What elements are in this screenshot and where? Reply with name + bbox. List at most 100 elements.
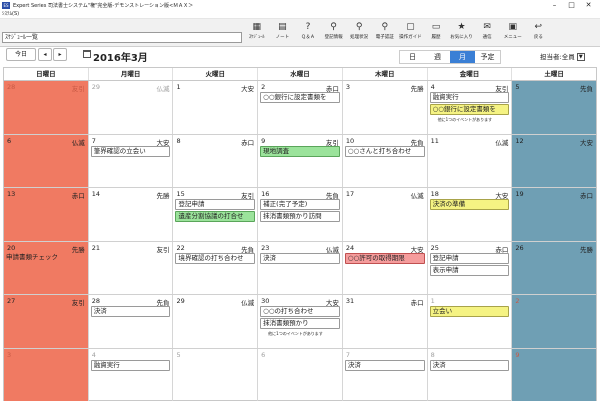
prev-month-button[interactable]: ◂ <box>38 48 52 61</box>
toolbar-button-3[interactable]: ⚲ 登記情報 <box>321 21 347 45</box>
day-cell[interactable]: 9 <box>512 348 597 401</box>
assignee-filter[interactable]: 担当者:全員 ▼ <box>540 51 585 61</box>
calendar-event[interactable]: 遺産分割協議の打合せ <box>175 211 256 222</box>
day-cell[interactable]: 2 <box>512 295 597 348</box>
calendar-event[interactable]: 境界確認の打ち合わせ <box>175 252 256 264</box>
day-cell[interactable]: 8 赤口 <box>173 134 259 187</box>
day-number: 9 <box>261 136 266 145</box>
day-cell[interactable]: 1 立会い <box>428 295 513 348</box>
view-tab[interactable]: 日 <box>400 51 425 63</box>
calendar-event[interactable]: 登記申請 <box>175 199 256 210</box>
toolbar-button-9[interactable]: ✉ 通信 <box>474 21 500 45</box>
day-cell[interactable]: 17 仏滅 <box>343 188 428 241</box>
day-cell[interactable]: 18 大安 決済の準備 <box>428 188 513 241</box>
day-cell[interactable]: 14 先勝 <box>89 188 174 241</box>
day-cell[interactable]: 16 先負 補正(完了予定) 抹消書類預かり訪問 <box>258 188 343 241</box>
minimize-icon[interactable]: – <box>546 0 563 10</box>
toolbar-button-2[interactable]: ? Ｑ＆Ａ <box>295 21 321 45</box>
day-cell[interactable]: 6 仏滅 <box>4 134 89 187</box>
toolbar-button-6[interactable]: ▢ 操作ガイド <box>398 21 424 45</box>
day-cell[interactable]: 24 大安 ○○許可の取得期限 <box>343 241 428 294</box>
more-events-link[interactable]: 他に1つのイベントがあります <box>260 330 340 337</box>
rokuyo-label: 仏滅 <box>495 138 509 147</box>
day-cell[interactable]: 5 <box>173 348 259 401</box>
calendar-event[interactable]: ○○許可の取得期限 <box>344 252 425 264</box>
calendar-event[interactable]: ○○銀行に設定書類を <box>260 92 340 103</box>
today-button[interactable]: 今日 <box>6 48 36 61</box>
day-cell[interactable]: 29 仏滅 <box>89 81 174 134</box>
toolbar-button-4[interactable]: ⚲ 処理状況 <box>346 21 372 45</box>
calendar-event[interactable]: 補正(完了予定) <box>260 199 340 210</box>
day-cell[interactable]: 3 <box>4 348 89 401</box>
calendar-event[interactable]: ○○の打ち合わせ <box>260 306 340 317</box>
day-number: 1 <box>430 297 435 305</box>
toolbar-button-10[interactable]: ▣ メニュー <box>500 21 526 45</box>
more-events-link[interactable]: 他に1つのイベントがあります <box>430 116 510 123</box>
calendar-event[interactable]: 抹消書類預かり <box>260 318 340 329</box>
calendar-event[interactable]: 融資実行 <box>90 359 171 371</box>
event-list: 融資実行 <box>90 359 171 372</box>
day-cell[interactable]: 7 決済 <box>343 348 428 401</box>
toolbar-button-7[interactable]: ▭ 履歴 <box>423 21 449 45</box>
day-cell[interactable]: 8 決済 <box>428 348 513 401</box>
day-cell[interactable]: 21 友引 <box>89 241 174 294</box>
calendar-event[interactable]: 抹消書類預かり訪問 <box>260 211 340 222</box>
toolbar-button-0[interactable]: ▦ ｽｹｼﾞｭｰﾙ <box>244 21 270 45</box>
day-cell[interactable]: 29 仏滅 <box>173 295 259 348</box>
calendar-event[interactable]: 申請書類チェック <box>6 253 86 264</box>
toolbar-button-5[interactable]: ⚲ 電子認証 <box>372 21 398 45</box>
calendar-event[interactable]: 決済 <box>429 359 510 371</box>
day-cell[interactable]: 2 赤口 ○○銀行に設定書類を <box>258 81 343 134</box>
calendar-event[interactable]: ○○さんと打ち合わせ <box>344 145 425 157</box>
day-cell[interactable]: 27 友引 <box>4 295 89 348</box>
day-cell[interactable]: 4 友引 融資実行 ○○銀行に設定書類を 他に1つのイベントがあります <box>428 81 513 134</box>
calendar-event[interactable]: 決済 <box>260 252 340 264</box>
next-month-button[interactable]: ▸ <box>53 48 67 61</box>
calendar-event[interactable]: 表示申請 <box>429 264 510 276</box>
day-cell[interactable]: 15 友引 登記申請 遺産分割協議の打合せ <box>173 188 259 241</box>
rokuyo-label: 仏滅 <box>410 192 424 200</box>
toolbar-button-11[interactable]: ↩ 戻る <box>526 21 552 45</box>
day-cell[interactable]: 7 大安 筆界確認の立会い <box>89 134 174 187</box>
view-tab[interactable]: 月 <box>450 51 475 63</box>
calendar-event[interactable]: 現地調査 <box>260 145 340 157</box>
close-icon[interactable]: ✕ <box>580 0 597 10</box>
calendar-event[interactable]: 筆界確認の立会い <box>90 145 171 157</box>
day-cell[interactable]: 30 大安 ○○の打ち合わせ 抹消書類預かり 他に1つのイベントがあります <box>258 295 343 348</box>
toolbar-button-1[interactable]: ▤ ノート <box>270 21 296 45</box>
view-tab[interactable]: 予定 <box>475 51 500 63</box>
calendar-event[interactable]: ○○銀行に設定書類を <box>429 104 510 115</box>
calendar-event[interactable]: 決済 <box>90 306 171 317</box>
calendar-event[interactable]: 立会い <box>429 306 510 317</box>
day-cell[interactable]: 19 赤口 <box>512 188 597 241</box>
day-cell[interactable]: 13 赤口 <box>4 188 89 241</box>
day-cell[interactable]: 12 大安 <box>512 134 597 187</box>
day-cell[interactable]: 28 先負 決済 <box>89 295 174 348</box>
day-cell[interactable]: 20 先勝 申請書類チェック <box>4 241 89 294</box>
qa-icon: ? <box>305 22 311 32</box>
day-cell[interactable]: 10 先負 ○○さんと打ち合わせ <box>343 134 428 187</box>
day-cell[interactable]: 25 赤口 登記申請 表示申請 <box>428 241 513 294</box>
day-cell[interactable]: 28 友引 <box>4 81 89 134</box>
maximize-icon[interactable]: □ <box>563 0 580 10</box>
day-cell[interactable]: 22 先負 境界確認の打ち合わせ <box>173 241 259 294</box>
dropdown-icon[interactable]: ▼ <box>576 53 585 61</box>
day-cell[interactable]: 3 先勝 <box>343 81 428 134</box>
calendar-event[interactable]: 決済の準備 <box>429 199 510 210</box>
day-cell[interactable]: 5 先負 <box>512 81 597 134</box>
menu-system[interactable]: ｼｽﾃﾑ(S) <box>0 10 600 19</box>
day-number: 4 <box>430 83 435 91</box>
day-cell[interactable]: 4 融資実行 <box>89 348 174 401</box>
toolbar-button-8[interactable]: ★ お気に入り <box>449 21 475 45</box>
day-cell[interactable]: 23 仏滅 決済 <box>258 241 343 294</box>
calendar-event[interactable]: 登記申請 <box>429 252 510 264</box>
day-cell[interactable]: 26 先勝 <box>512 241 597 294</box>
day-cell[interactable]: 9 友引 現地調査 <box>258 134 343 187</box>
day-cell[interactable]: 1 大安 <box>173 81 259 134</box>
day-cell[interactable]: 31 赤口 <box>343 295 428 348</box>
view-tab[interactable]: 週 <box>425 51 450 63</box>
calendar-event[interactable]: 融資実行 <box>429 92 510 103</box>
day-cell[interactable]: 6 <box>258 348 343 401</box>
calendar-event[interactable]: 決済 <box>344 359 425 371</box>
day-cell[interactable]: 11 仏滅 <box>428 134 513 187</box>
